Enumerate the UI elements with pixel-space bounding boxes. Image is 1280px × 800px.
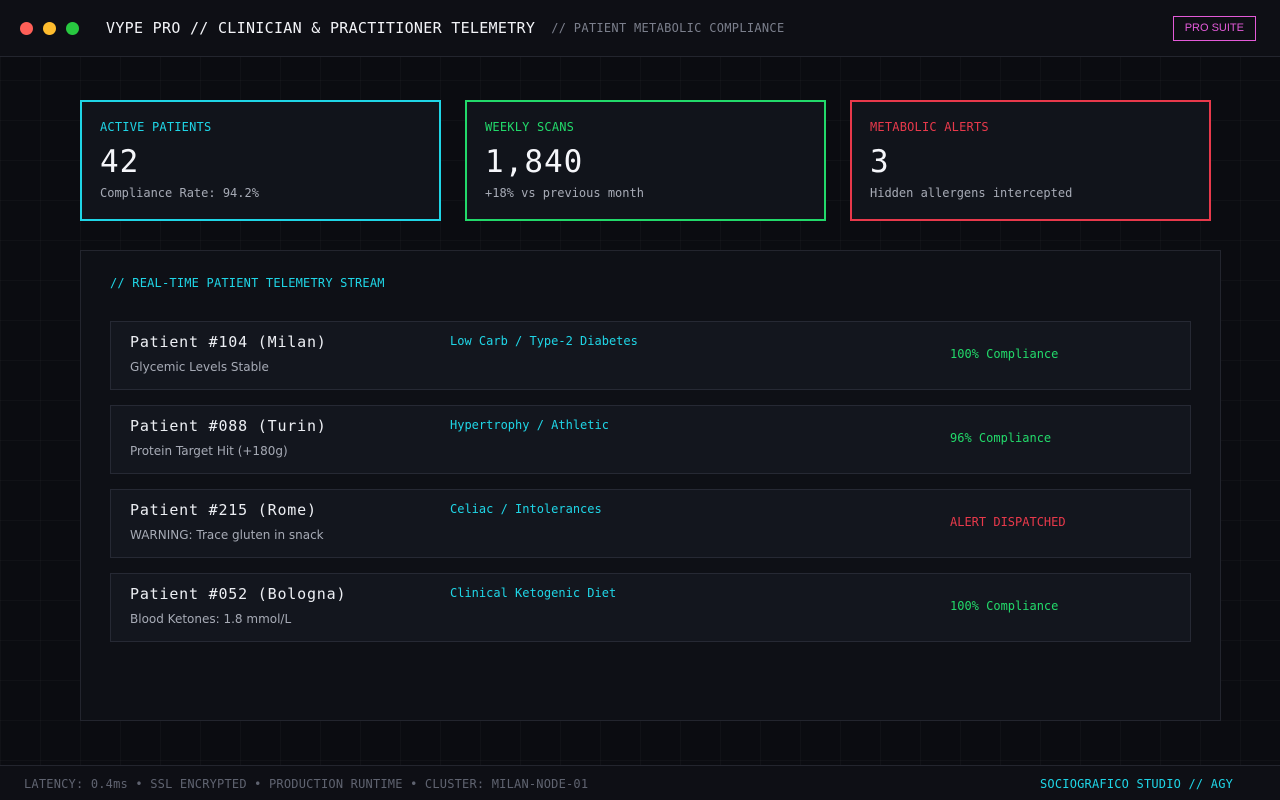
stat-description: Compliance Rate: 94.2% bbox=[100, 186, 259, 200]
patient-row[interactable]: Patient #088 (Turin) Protein Target Hit … bbox=[110, 405, 1191, 474]
stat-card-active-patients: ACTIVE PATIENTS 42 Compliance Rate: 94.2… bbox=[80, 100, 441, 221]
patient-note: Protein Target Hit (+180g) bbox=[130, 444, 288, 458]
title-bar: VYPE PRO // CLINICIAN & PRACTITIONER TEL… bbox=[0, 0, 1280, 57]
stat-value: 1,840 bbox=[485, 144, 584, 180]
app-subtitle: // PATIENT METABOLIC COMPLIANCE bbox=[551, 21, 785, 35]
stream-title: // REAL-TIME PATIENT TELEMETRY STREAM bbox=[110, 276, 385, 290]
patient-row[interactable]: Patient #215 (Rome) WARNING: Trace glute… bbox=[110, 489, 1191, 558]
close-window-button[interactable] bbox=[20, 21, 33, 35]
patient-diet: Low Carb / Type-2 Diabetes bbox=[450, 334, 638, 348]
patient-name: Patient #215 (Rome) bbox=[130, 501, 317, 519]
compliance-status: 100% Compliance bbox=[950, 599, 1059, 613]
stat-label: WEEKLY SCANS bbox=[485, 120, 575, 134]
stat-card-metabolic-alerts: METABOLIC ALERTS 3 Hidden allergens inte… bbox=[850, 100, 1211, 221]
patient-row[interactable]: Patient #104 (Milan) Glycemic Levels Sta… bbox=[110, 321, 1191, 390]
stat-label: METABOLIC ALERTS bbox=[870, 120, 989, 134]
alert-status: ALERT DISPATCHED bbox=[950, 515, 1066, 529]
app-title: VYPE PRO // CLINICIAN & PRACTITIONER TEL… bbox=[106, 19, 536, 37]
patient-note: Blood Ketones: 1.8 mmol/L bbox=[130, 612, 292, 626]
compliance-status: 100% Compliance bbox=[950, 347, 1059, 361]
stat-description: Hidden allergens intercepted bbox=[870, 186, 1073, 200]
patient-diet: Hypertrophy / Athletic bbox=[450, 418, 609, 432]
patient-diet: Celiac / Intolerances bbox=[450, 502, 602, 516]
stat-description: +18% vs previous month bbox=[485, 186, 644, 200]
studio-credit: SOCIOGRAFICO STUDIO // AGY bbox=[1040, 777, 1234, 791]
patient-diet: Clinical Ketogenic Diet bbox=[450, 586, 617, 600]
stat-value: 3 bbox=[870, 144, 890, 180]
patient-row[interactable]: Patient #052 (Bologna) Blood Ketones: 1.… bbox=[110, 573, 1191, 642]
system-status-text: LATENCY: 0.4ms • SSL ENCRYPTED • PRODUCT… bbox=[24, 777, 589, 791]
telemetry-stream-panel: // REAL-TIME PATIENT TELEMETRY STREAM Pa… bbox=[80, 250, 1221, 721]
compliance-status: 96% Compliance bbox=[950, 431, 1052, 445]
maximize-window-button[interactable] bbox=[66, 21, 79, 35]
stat-label: ACTIVE PATIENTS bbox=[100, 120, 212, 134]
patient-note: WARNING: Trace gluten in snack bbox=[130, 528, 324, 542]
patient-note: Glycemic Levels Stable bbox=[130, 360, 269, 374]
window-controls bbox=[20, 21, 79, 35]
patient-name: Patient #104 (Milan) bbox=[130, 333, 327, 351]
stat-card-weekly-scans: WEEKLY SCANS 1,840 +18% vs previous mont… bbox=[465, 100, 826, 221]
patient-name: Patient #052 (Bologna) bbox=[130, 585, 347, 603]
patient-name: Patient #088 (Turin) bbox=[130, 417, 327, 435]
status-footer: LATENCY: 0.4ms • SSL ENCRYPTED • PRODUCT… bbox=[0, 765, 1280, 800]
minimize-window-button[interactable] bbox=[43, 21, 56, 35]
pro-suite-button[interactable]: PRO SUITE bbox=[1172, 16, 1256, 41]
stat-value: 42 bbox=[100, 144, 140, 180]
